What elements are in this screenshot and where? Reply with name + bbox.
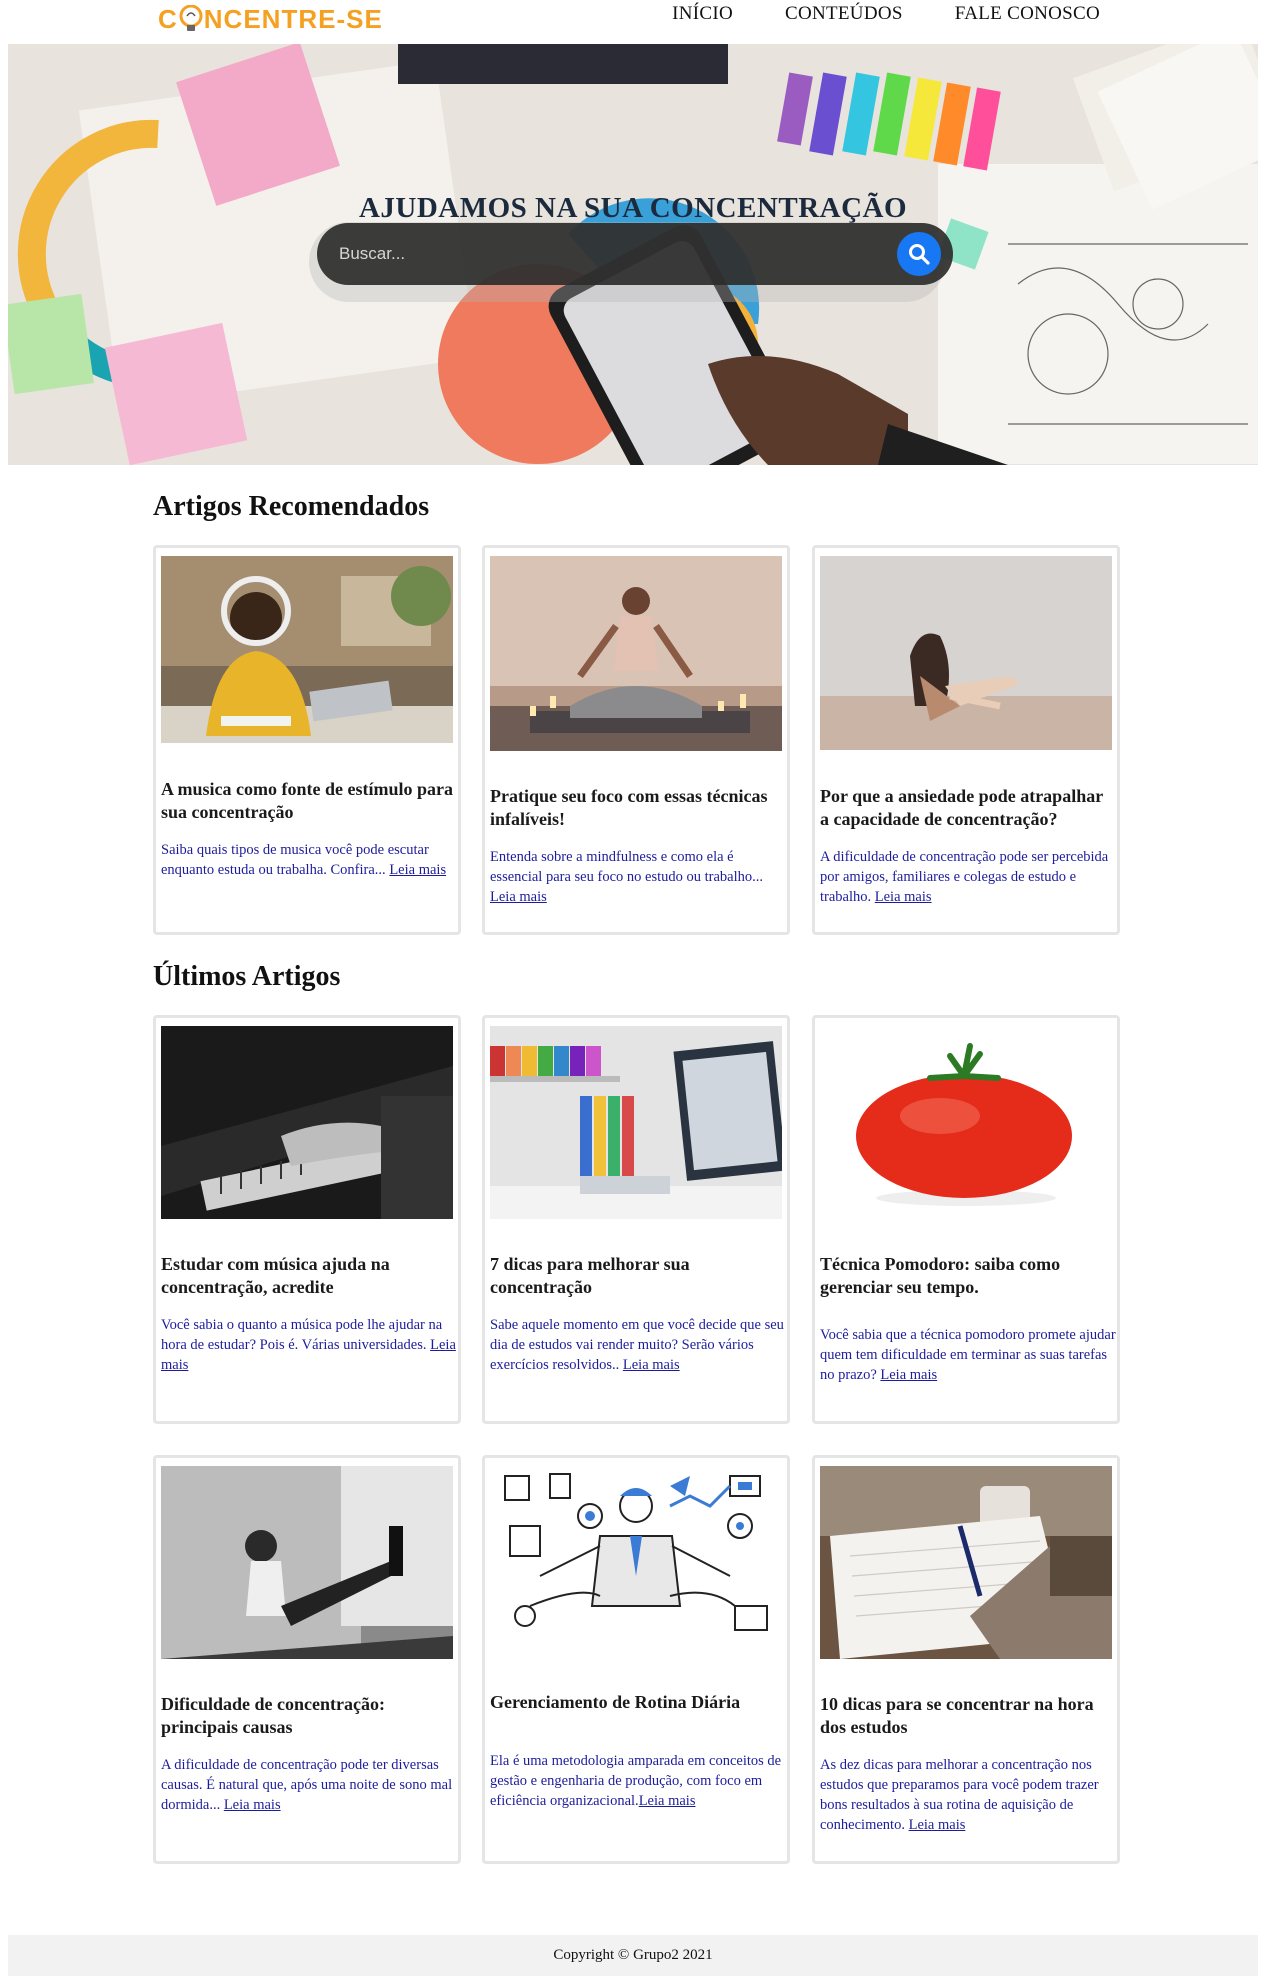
card-image-anxiety <box>820 556 1112 750</box>
card-description: A dificuldade de concentração pode ser p… <box>820 847 1118 907</box>
card-image-piano <box>161 1026 453 1219</box>
search-input[interactable] <box>339 235 879 273</box>
read-more-link[interactable]: Leia mais <box>389 862 446 878</box>
card-image-music <box>161 556 453 743</box>
recommended-heading: Artigos Recomendados <box>153 491 430 522</box>
card-description: As dez dicas para melhorar a concentraçã… <box>820 1755 1118 1835</box>
card-description: Sabe aquele momento em que você decide q… <box>490 1315 788 1375</box>
card-image-meditation <box>490 556 782 751</box>
read-more-link[interactable]: Leia mais <box>623 1357 680 1373</box>
latest-card-4[interactable]: Dificuldade de concentração: principais … <box>153 1455 461 1864</box>
nav-inicio[interactable]: INÍCIO <box>672 3 733 25</box>
card-title[interactable]: 10 dicas para se concentrar na hora dos … <box>820 1693 1116 1739</box>
card-image-concentration-difficulty <box>161 1466 453 1659</box>
logo-text-c: C <box>158 3 178 34</box>
logo-text-rest: NCENTRE-SE <box>203 3 383 34</box>
lightbulb-icon <box>179 4 203 33</box>
search-icon <box>909 244 930 265</box>
recommended-card-3[interactable]: Por que a ansiedade pode atrapalhar a ca… <box>812 545 1120 935</box>
card-text: A dificuldade de concentração pode ser p… <box>820 849 1109 905</box>
recommended-card-1[interactable]: A musica como fonte de estímulo para sua… <box>153 545 461 935</box>
hero-title: AJUDAMOS NA SUA CONCENTRAÇÃO <box>358 192 908 224</box>
card-title[interactable]: Estudar com música ajuda na concentração… <box>161 1253 457 1299</box>
card-description: Ela é uma metodologia amparada em concei… <box>490 1751 788 1811</box>
copyright-text: Copyright © Grupo2 2021 <box>553 1947 713 1963</box>
read-more-link[interactable]: Leia mais <box>875 889 932 905</box>
card-image-desk <box>490 1026 782 1219</box>
search-button[interactable] <box>897 232 941 276</box>
card-image-writing <box>820 1466 1112 1659</box>
card-text: Entenda sobre a mindfulness e como ela é… <box>490 849 763 885</box>
latest-heading: Últimos Artigos <box>153 961 341 992</box>
read-more-link[interactable]: Leia mais <box>639 1793 696 1809</box>
card-text: Você sabia que a técnica pomodoro promet… <box>820 1327 1116 1383</box>
latest-card-5[interactable]: Gerenciamento de Rotina Diária Ela é uma… <box>482 1455 790 1864</box>
latest-card-3[interactable]: Técnica Pomodoro: saiba como gerenciar s… <box>812 1015 1120 1424</box>
search-bar <box>317 223 953 285</box>
card-title[interactable]: 7 dicas para melhorar sua concentração <box>490 1253 786 1299</box>
card-title[interactable]: Dificuldade de concentração: principais … <box>161 1693 457 1739</box>
read-more-link[interactable]: Leia mais <box>224 1797 281 1813</box>
latest-card-2[interactable]: 7 dicas para melhorar sua concentração S… <box>482 1015 790 1424</box>
card-text: A dificuldade de concentração pode ter d… <box>161 1757 453 1813</box>
card-image-routine-illustration <box>490 1466 782 1659</box>
nav-fale-conosco[interactable]: FALE CONOSCO <box>955 3 1100 25</box>
card-description: Você sabia o quanto a música pode lhe aj… <box>161 1315 459 1375</box>
card-image-tomato <box>820 1026 1112 1219</box>
read-more-link[interactable]: Leia mais <box>909 1817 966 1833</box>
card-text: Você sabia o quanto a música pode lhe aj… <box>161 1317 443 1353</box>
read-more-link[interactable]: Leia mais <box>880 1367 937 1383</box>
site-logo[interactable]: C NCENTRE-SE <box>158 2 383 36</box>
read-more-link[interactable]: Leia mais <box>490 889 547 905</box>
nav-conteudos[interactable]: CONTEÚDOS <box>785 3 903 25</box>
recommended-card-2[interactable]: Pratique seu foco com essas técnicas inf… <box>482 545 790 935</box>
card-title[interactable]: Gerenciamento de Rotina Diária <box>490 1691 786 1714</box>
card-description: A dificuldade de concentração pode ter d… <box>161 1755 459 1815</box>
card-description: Entenda sobre a mindfulness e como ela é… <box>490 847 788 907</box>
footer: Copyright © Grupo2 2021 <box>8 1935 1258 1976</box>
card-title[interactable]: Pratique seu foco com essas técnicas inf… <box>490 785 786 831</box>
latest-card-1[interactable]: Estudar com música ajuda na concentração… <box>153 1015 461 1424</box>
card-title[interactable]: Técnica Pomodoro: saiba como gerenciar s… <box>820 1253 1116 1299</box>
card-text: Ela é uma metodologia amparada em concei… <box>490 1753 782 1809</box>
card-title[interactable]: A musica como fonte de estímulo para sua… <box>161 778 457 824</box>
card-title[interactable]: Por que a ansiedade pode atrapalhar a ca… <box>820 785 1116 831</box>
main-nav: INÍCIO CONTEÚDOS FALE CONOSCO <box>672 3 1100 25</box>
card-description: Saiba quais tipos de musica você pode es… <box>161 840 459 880</box>
navbar: C NCENTRE-SE INÍCIO CONTEÚDOS FALE CONOS… <box>0 0 1264 44</box>
card-description: Você sabia que a técnica pomodoro promet… <box>820 1325 1118 1385</box>
latest-card-6[interactable]: 10 dicas para se concentrar na hora dos … <box>812 1455 1120 1864</box>
